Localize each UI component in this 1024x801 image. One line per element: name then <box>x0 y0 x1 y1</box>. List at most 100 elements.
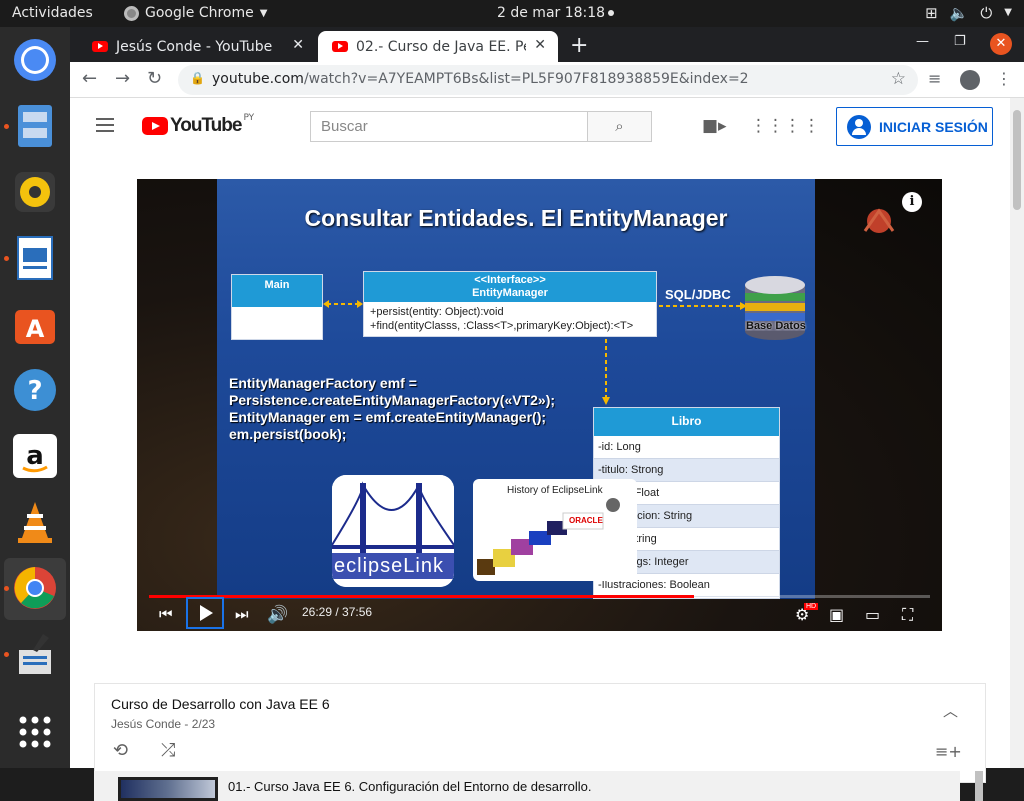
clock[interactable]: 2 de mar 18:18 <box>497 5 615 21</box>
add-to-queue-icon[interactable]: ≡+ <box>935 742 962 761</box>
dock-writer[interactable] <box>11 234 59 282</box>
theater-mode-icon[interactable]: ▭ <box>865 605 880 624</box>
page-scrollbar[interactable] <box>1010 98 1024 768</box>
loop-icon[interactable]: ⟲ <box>113 740 128 761</box>
dock-running-indicator <box>4 124 9 129</box>
forward-icon[interactable]: → <box>115 68 130 89</box>
app-menu[interactable]: Google Chrome ▼ <box>124 5 267 21</box>
amazon-icon: a <box>13 434 57 478</box>
tab-jesus-conde[interactable]: Jesús Conde - YouTube ✕ <box>78 31 316 62</box>
system-tray[interactable]: ⊞ 🔈 ⏻ ▼ <box>925 4 1012 22</box>
tab-curso-java[interactable]: 02.- Curso de Java EE. Per ✕ <box>318 31 558 62</box>
scrollbar-thumb[interactable] <box>1013 110 1021 210</box>
files-icon <box>18 105 52 147</box>
miniplayer-icon[interactable]: ▣ <box>829 605 844 624</box>
playlist-title[interactable]: Curso de Desarrollo con Java EE 6 <box>111 696 330 712</box>
restore-icon[interactable]: ❐ <box>954 34 966 49</box>
chevron-down-icon: ▼ <box>1004 7 1012 18</box>
window-close-icon[interactable]: ✕ <box>990 33 1012 55</box>
playlist-item-title: 01.- Curso Java EE 6. Configuración del … <box>228 779 592 794</box>
create-video-icon[interactable]: ■▸ <box>702 116 727 136</box>
tab-title: Jesús Conde - YouTube <box>116 38 273 55</box>
show-applications-button[interactable] <box>11 708 59 756</box>
player-controls: ⏮ ⏭ 🔊 26:29 / 37:56 ⚙ HD ▣ ▭ ⛶ <box>137 591 942 631</box>
more-menu-icon[interactable]: ⋮ <box>996 69 1012 88</box>
search-input[interactable]: Buscar <box>310 111 588 142</box>
activities-button[interactable]: Actividades <box>12 5 93 21</box>
back-icon[interactable]: ← <box>82 68 97 89</box>
dashed-arrow-icon <box>323 300 363 308</box>
power-icon: ⏻ <box>980 4 993 22</box>
eclipselink-history-image: History of EclipseLink ORACLE <box>473 479 637 581</box>
new-tab-icon[interactable]: + <box>570 33 588 58</box>
uml-entitymanager-box: <<Interface>> EntityManager +persist(ent… <box>363 271 657 337</box>
search-button[interactable]: ⌕ <box>588 111 652 142</box>
playlist-scrollbar[interactable] <box>975 771 983 801</box>
video-slide: Consultar Entidades. El EntityManager Ma… <box>217 179 815 599</box>
dock-running-indicator <box>4 256 9 261</box>
dock-amazon[interactable]: a <box>11 432 59 480</box>
dock-inkscape[interactable] <box>11 630 59 678</box>
dock-files[interactable] <box>11 102 59 150</box>
url-text: youtube.com/watch?v=A7YEAMPT6Bs&list=PL5… <box>212 71 749 87</box>
hd-badge: HD <box>804 603 819 610</box>
bookmark-star-icon[interactable]: ☆ <box>891 69 906 89</box>
video-player[interactable]: Consultar Entidades. El EntityManager Ma… <box>137 179 942 631</box>
collapse-chevron-icon[interactable]: ︿ <box>943 700 958 721</box>
url-host: youtube.com <box>212 71 304 87</box>
search-icon: ⌕ <box>615 117 624 135</box>
apps-grid-icon[interactable]: ⋮⋮⋮ <box>750 116 801 136</box>
software-center-icon: A <box>15 310 55 344</box>
progress-bar[interactable] <box>149 595 930 598</box>
eclipselink-text: eclipseLink <box>334 555 444 577</box>
dock-chrome[interactable] <box>11 36 59 84</box>
method-persist: +persist(entity: Object):void <box>370 306 504 318</box>
browser-toolbar: ← → ↻ 🔒 youtube.com/watch?v=A7YEAMPT6Bs&… <box>70 62 1024 98</box>
volume-icon: 🔈 <box>949 4 969 22</box>
vlc-icon <box>18 502 52 543</box>
profile-avatar-icon[interactable] <box>960 70 980 90</box>
play-button[interactable] <box>186 597 224 629</box>
history-collage-icon <box>477 498 620 575</box>
volume-icon[interactable]: 🔊 <box>267 605 288 625</box>
code-line: Persistence.createEntityManagerFactory(«… <box>229 392 556 408</box>
sign-in-button[interactable]: INICIAR SESIÓN <box>836 107 993 146</box>
clock-text: 2 de mar 18:18 <box>497 5 606 21</box>
close-tab-icon[interactable]: ✕ <box>292 37 304 53</box>
dock-help[interactable]: ? <box>11 366 59 414</box>
oracle-text: ORACLE <box>569 516 603 525</box>
youtube-header: YouTube PY Buscar ⌕ ■▸ ⋮⋮⋮ ⋮ INICIAR SES… <box>70 98 1010 154</box>
url-path: /watch?v=A7YEAMPT6Bs&list=PL5F907F818938… <box>303 71 749 87</box>
fullscreen-icon[interactable]: ⛶ <box>902 605 913 625</box>
youtube-page: YouTube PY Buscar ⌕ ■▸ ⋮⋮⋮ ⋮ INICIAR SES… <box>70 98 1010 801</box>
rhythmbox-icon <box>15 172 55 212</box>
shuffle-icon[interactable]: ⤮ <box>161 740 175 761</box>
info-icon[interactable]: i <box>902 192 922 212</box>
tab-strip: Jesús Conde - YouTube ✕ 02.- Curso de Ja… <box>70 27 1024 62</box>
dock-vlc[interactable] <box>11 498 59 546</box>
next-icon[interactable]: ⏭ <box>235 605 249 623</box>
app-grid-icon <box>19 716 51 748</box>
media-queue-icon[interactable]: ≡ <box>928 69 941 88</box>
interface-name: EntityManager <box>472 287 548 299</box>
minimize-icon[interactable]: — <box>916 34 929 49</box>
logo-text: YouTube <box>170 115 242 136</box>
uml-main-box: Main <box>231 274 323 340</box>
playlist-item[interactable]: 01.- Curso Java EE 6. Configuración del … <box>94 771 983 801</box>
close-tab-icon[interactable]: ✕ <box>534 37 546 53</box>
settings-more-icon[interactable]: ⋮ <box>803 116 820 136</box>
svg-text:?: ? <box>27 376 42 406</box>
chrome-app-icon <box>124 5 139 21</box>
dock-software[interactable]: A <box>11 300 59 348</box>
hamburger-menu-icon[interactable] <box>96 118 114 136</box>
ubuntu-dock: A ? a <box>0 27 70 768</box>
dock-rhythmbox[interactable] <box>11 168 59 216</box>
dock-chrome-running[interactable] <box>11 564 59 612</box>
previous-icon[interactable]: ⏮ <box>159 605 173 623</box>
playlist-panel: Curso de Desarrollo con Java EE 6 Jesús … <box>94 683 986 783</box>
address-bar[interactable]: 🔒 youtube.com/watch?v=A7YEAMPT6Bs&list=P… <box>178 65 918 95</box>
youtube-logo[interactable]: YouTube PY <box>142 113 254 137</box>
uml-main-header: Main <box>232 275 322 307</box>
reload-icon[interactable]: ↻ <box>147 68 162 89</box>
notification-dot-icon <box>608 10 615 16</box>
